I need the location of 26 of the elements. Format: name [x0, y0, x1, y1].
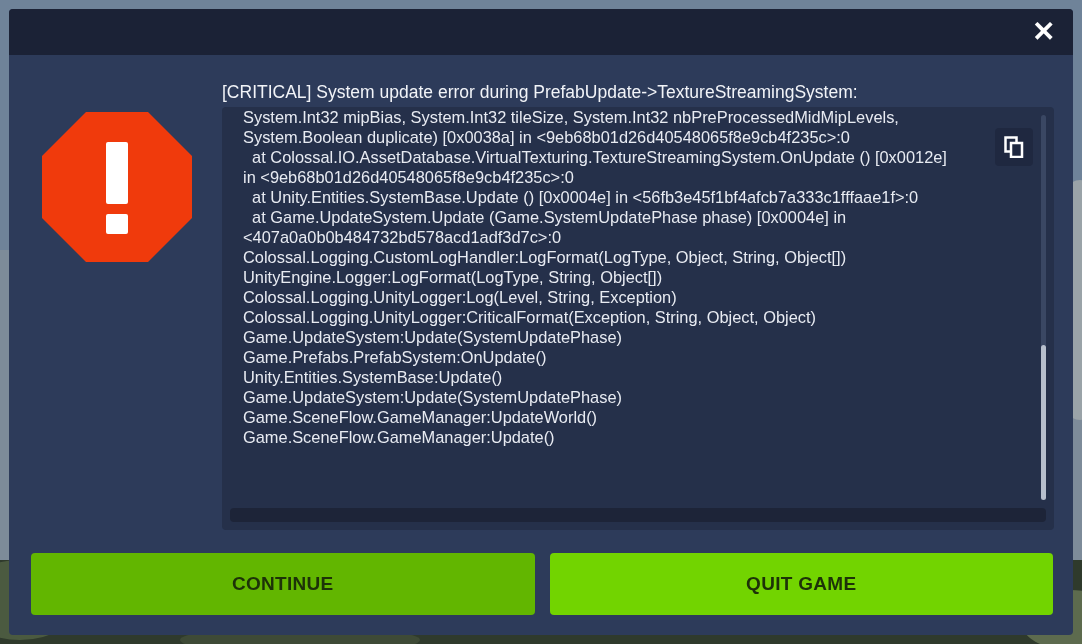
close-button[interactable]: ✕	[1028, 18, 1059, 46]
scrollbar-thumb[interactable]	[1041, 345, 1046, 500]
copy-button[interactable]	[995, 128, 1033, 166]
log-line: Game.UpdateSystem:Update(SystemUpdatePhase)	[243, 327, 623, 347]
log-line: Game.SceneFlow.GameManager:Update()	[243, 427, 556, 447]
log-line: Unity.Entities.SystemBase:Update()	[243, 367, 504, 387]
log-line: at Colossal.IO.AssetDatabase.VirtualTexturing.TextureStreamingSystem.OnUpdate () [0x0012e]	[251, 147, 948, 167]
error-message: [CRITICAL] System update error during PrefabUpdate->TextureStreamingSystem:	[222, 81, 859, 104]
log-line: at Unity.Entities.SystemBase.Update () [0x0004e] in <56fb3e45f1bf4afcb7a333c1fffaae1f>:0	[251, 187, 920, 207]
copy-icon	[1004, 136, 1024, 158]
log-line: System.Int32 mipBias, System.Int32 tileSize, System.Int32 nbPreProcessedMidMipLevels,	[243, 107, 900, 127]
log-line: Colossal.Logging.UnityLogger:CriticalFormat(Exception, String, Object, Object)	[243, 307, 817, 327]
dialog-button[interactable]: QUIT GAME	[549, 553, 1053, 615]
scrollbar[interactable]	[1041, 115, 1046, 498]
log-line: at Game.UpdateSystem.Update (Game.SystemUpdatePhase phase) [0x0004e] in	[251, 207, 848, 227]
log-line: System.Boolean duplicate) [0x0038a] in <9eb68b01d26d40548065f8e9cb4f235c>:0	[243, 127, 851, 147]
error-icon	[42, 112, 192, 262]
log-line: in <9eb68b01d26d40548065f8e9cb4f235c>:0	[243, 167, 575, 187]
log-line: Game.Prefabs.PrefabSystem:OnUpdate()	[243, 347, 548, 367]
log-line: Game.UpdateSystem:Update(SystemUpdatePhase)	[243, 387, 623, 407]
log-line: Game.SceneFlow.GameManager:UpdateWorld()	[243, 407, 599, 427]
log-line: Colossal.Logging.CustomLogHandler:LogFormat(LogType, Object, String, Object[])	[243, 247, 848, 267]
log-line: Colossal.Logging.UnityLogger:Log(Level, String, Exception)	[243, 287, 678, 307]
log-line: <407a0a0b0b484732bd578acd1adf3d7c>:0	[243, 227, 563, 247]
log-line: UnityEngine.Logger:LogFormat(LogType, String, Object[])	[243, 267, 664, 287]
dialog-button[interactable]: CONTINUE	[31, 553, 535, 615]
